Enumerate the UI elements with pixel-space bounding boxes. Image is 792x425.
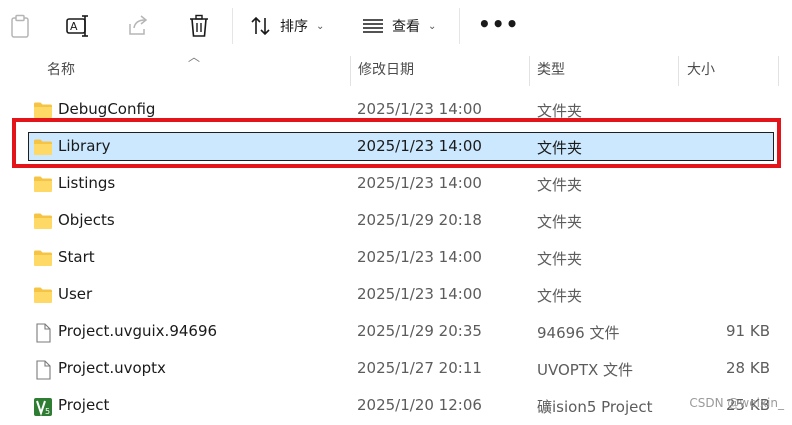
- file-date: 2025/1/29 20:35: [357, 322, 482, 340]
- file-date: 2025/1/23 14:00: [357, 174, 482, 192]
- svg-text:5: 5: [45, 407, 50, 416]
- svg-text:A: A: [70, 20, 78, 33]
- file-row[interactable]: 5 Project 2025/1/20 12:06 礦ision5 Project 25…: [0, 388, 792, 425]
- file-row[interactable]: User 2025/1/23 14:00 文件夹: [0, 277, 792, 314]
- view-label: 查看: [392, 19, 420, 35]
- file-icon: [33, 323, 53, 343]
- file-type: 94696 文件: [537, 324, 620, 342]
- column-date[interactable]: 修改日期: [358, 52, 414, 88]
- file-type: 礦ision5 Project: [537, 398, 653, 416]
- file-type: 文件夹: [537, 250, 583, 268]
- column-divider[interactable]: [529, 56, 530, 86]
- file-icon: [33, 360, 53, 380]
- delete-icon[interactable]: [185, 12, 213, 40]
- column-divider[interactable]: [778, 56, 779, 86]
- folder-icon: [33, 249, 53, 267]
- column-name[interactable]: 名称: [47, 52, 75, 88]
- file-row[interactable]: Start 2025/1/23 14:00 文件夹: [0, 240, 792, 277]
- file-size: 91 KB: [726, 322, 770, 340]
- file-size: 28 KB: [726, 359, 770, 377]
- command-bar: A 排序 ⌄ 查看 ⌄ •••: [0, 0, 792, 52]
- column-size[interactable]: 大小: [687, 52, 715, 88]
- file-name: Listings: [58, 174, 116, 192]
- sort-icon: [251, 16, 270, 36]
- toolbar-divider: [232, 8, 233, 44]
- file-date: 2025/1/23 14:00: [357, 285, 482, 303]
- file-name: Project.uvoptx: [58, 359, 166, 377]
- chevron-down-icon: ⌄: [316, 20, 325, 32]
- view-icon: [363, 19, 383, 33]
- file-row[interactable]: Listings 2025/1/23 14:00 文件夹: [0, 166, 792, 203]
- file-type: UVOPTX 文件: [537, 361, 634, 379]
- column-divider[interactable]: [678, 56, 679, 86]
- file-name: Start: [58, 248, 95, 266]
- file-type: 文件夹: [537, 176, 583, 194]
- chevron-down-icon: ⌄: [428, 20, 437, 32]
- file-name: Objects: [58, 211, 115, 229]
- sort-button[interactable]: 排序 ⌄: [250, 12, 324, 40]
- folder-icon: [33, 101, 53, 119]
- file-name: DebugConfig: [58, 100, 156, 118]
- file-name: Project.uvguix.94696: [58, 322, 218, 340]
- sort-label: 排序: [280, 19, 308, 35]
- file-type: 文件夹: [537, 287, 583, 305]
- share-icon[interactable]: [124, 12, 152, 40]
- file-row[interactable]: Project.uvoptx 2025/1/27 20:11 UVOPTX 文件 28…: [0, 351, 792, 388]
- watermark: CSDN @weixin_: [689, 396, 784, 410]
- uvision-project-icon: 5: [33, 397, 53, 417]
- toolbar-divider: [459, 8, 460, 44]
- column-header: 名称 修改日期 类型 大小: [0, 52, 792, 88]
- column-type[interactable]: 类型: [537, 52, 565, 88]
- file-date: 2025/1/27 20:11: [357, 359, 482, 377]
- file-date: 2025/1/20 12:06: [357, 396, 482, 414]
- file-date: 2025/1/23 14:00: [357, 100, 482, 118]
- folder-icon: [33, 175, 53, 193]
- folder-icon: [33, 286, 53, 304]
- file-name: Project: [58, 396, 110, 414]
- file-date: 2025/1/23 14:00: [357, 248, 482, 266]
- more-options-button[interactable]: •••: [478, 14, 519, 34]
- file-type: 文件夹: [537, 213, 583, 231]
- file-row[interactable]: Project.uvguix.94696 2025/1/29 20:35 94696…: [0, 314, 792, 351]
- column-divider[interactable]: [350, 56, 351, 86]
- file-name: User: [58, 285, 93, 303]
- file-date: 2025/1/29 20:18: [357, 211, 482, 229]
- view-button[interactable]: 查看 ⌄: [362, 12, 436, 40]
- paste-icon[interactable]: [6, 12, 34, 40]
- file-row[interactable]: Objects 2025/1/29 20:18 文件夹: [0, 203, 792, 240]
- highlight-box: [12, 118, 781, 168]
- folder-icon: [33, 212, 53, 230]
- rename-icon[interactable]: A: [64, 12, 92, 40]
